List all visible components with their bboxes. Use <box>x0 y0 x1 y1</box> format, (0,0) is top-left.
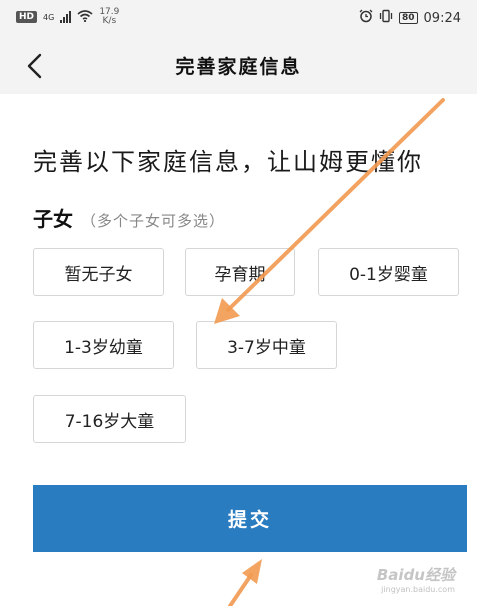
wifi-icon <box>77 9 93 25</box>
watermark: Baidu经验 jingyan.baidu.com <box>377 564 455 594</box>
option-infant[interactable]: 0-1岁婴童 <box>318 248 459 296</box>
alarm-icon <box>359 9 373 27</box>
hd-badge: HD <box>16 11 38 23</box>
status-left: HD 4G 17.9 K/s <box>16 8 119 26</box>
network-speed: 17.9 K/s <box>99 8 119 26</box>
vibrate-icon <box>379 9 393 27</box>
option-pregnancy[interactable]: 孕育期 <box>185 248 295 296</box>
watermark-sub: jingyan.baidu.com <box>381 585 455 594</box>
arrow-to-submit <box>228 559 262 606</box>
section-title: 子女 <box>33 207 73 231</box>
section-hint: （多个子女可多选） <box>81 212 226 230</box>
option-toddler[interactable]: 1-3岁幼童 <box>33 321 174 369</box>
watermark-text: Baidu经验 <box>376 566 455 584</box>
app-header: 完善家庭信息 <box>0 38 477 94</box>
page-title: 完善家庭信息 <box>175 56 302 78</box>
status-bar: HD 4G 17.9 K/s 80 09:24 <box>0 0 477 38</box>
network-type: 4G <box>43 12 55 22</box>
battery-icon: 80 <box>399 12 418 24</box>
children-section-header: 子女 （多个子女可多选） <box>33 203 225 232</box>
headline: 完善以下家庭信息，让山姆更懂你 <box>33 148 423 176</box>
option-preschool[interactable]: 3-7岁中童 <box>196 321 337 369</box>
clock: 09:24 <box>423 10 461 26</box>
option-school-age[interactable]: 7-16岁大童 <box>33 395 186 443</box>
signal-icon <box>60 11 72 23</box>
submit-button[interactable]: 提交 <box>33 485 467 552</box>
status-right: 80 09:24 <box>359 9 461 27</box>
option-no-children[interactable]: 暂无子女 <box>33 248 164 296</box>
speed-unit: K/s <box>102 16 117 26</box>
